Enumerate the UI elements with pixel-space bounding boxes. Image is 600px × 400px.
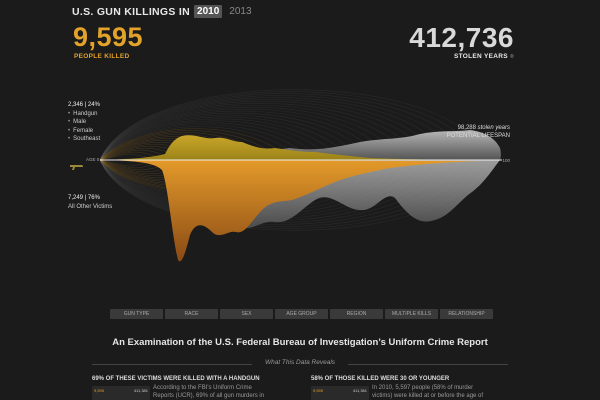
stolen-years-label-text: STOLEN YEARS	[453, 53, 508, 60]
potential-lifespan-legend: 98,288 stolen years POTENTIAL LIFESPAN	[447, 124, 510, 140]
filter-chip-sex-male[interactable]: Male	[68, 118, 100, 127]
header-title-group: U.S. GUN KILLINGS IN 2010 2013	[72, 5, 255, 18]
other-victims-count: 7,249 | 76%	[68, 195, 100, 201]
potential-lifespan-label: POTENTIAL LIFESPAN	[446, 133, 510, 139]
filter-chip-gun-type[interactable]: Handgun	[68, 110, 100, 119]
finding-title-handgun: 69% OF THESE VICTIMS WERE KILLED WITH A …	[92, 376, 260, 382]
filter-button-region[interactable]: REGION	[330, 309, 383, 319]
selected-victims-count: 2,346 | 24%	[68, 102, 100, 108]
mini-chart-stolen-value: 411,381	[352, 388, 367, 393]
filter-button-multiple-kills[interactable]: MULTIPLE KILLS	[385, 309, 438, 319]
finding-title-age: 58% OF THOSE KILLED WERE 30 OR YOUNGER	[311, 376, 450, 382]
filter-button-age-group[interactable]: AGE GROUP	[275, 309, 328, 319]
report-title: An Examination of the U.S. Federal Burea…	[112, 337, 488, 348]
other-victims-panel: 7,249 | 76% All Other Victims	[68, 194, 112, 211]
age-axis-end-label: 100	[502, 158, 510, 163]
stolen-years-count: 412,736	[409, 22, 514, 53]
filter-button-relationship[interactable]: RELATIONSHIP	[440, 309, 493, 319]
finding-body-age: In 2010, 5,597 people (58% of murder vic…	[372, 385, 484, 399]
page-title: U.S. GUN KILLINGS IN	[72, 5, 191, 18]
filter-button-sex[interactable]: SEX	[220, 309, 273, 319]
mini-chart-killed-value: 9,595	[313, 388, 324, 393]
finding-mini-chart-handgun[interactable]: 9,595 411,381	[92, 386, 150, 400]
section-heading: What This Data Reveals	[264, 359, 336, 366]
mini-chart-stolen-value: 411,381	[133, 388, 148, 393]
age-axis-start-label: AGE 0	[86, 157, 100, 162]
filter-chip-sex-female[interactable]: Female	[68, 127, 100, 136]
people-killed-count: 9,595	[73, 22, 144, 52]
stolen-years-label: STOLEN YEARS ®	[454, 53, 514, 60]
handgun-icon	[70, 157, 84, 175]
finding-mini-chart-age[interactable]: 9,595 411,381	[311, 386, 369, 400]
other-victims-label: All Other Victims	[68, 203, 113, 210]
finding-body-handgun: According to the FBI's Uniform Crime Rep…	[153, 385, 265, 399]
filter-button-race[interactable]: RACE	[165, 309, 218, 319]
potential-lifespan-suffix: stolen years	[477, 125, 510, 131]
people-killed-label: PEOPLE KILLED	[74, 53, 130, 60]
mini-chart-killed-value: 9,595	[94, 388, 105, 393]
victims-lifespan-visualization[interactable]	[0, 60, 600, 270]
potential-lifespan-value: 98,288	[457, 125, 476, 131]
year-tab-2013[interactable]: 2013	[226, 5, 254, 18]
filter-chip-region[interactable]: Southeast	[68, 135, 100, 144]
filter-button-gun-type[interactable]: GUN TYPE	[110, 309, 163, 319]
year-tab-2010[interactable]: 2010	[194, 5, 223, 18]
filter-category-bar: GUN TYPE RACE SEX AGE GROUP REGION MULTI…	[110, 309, 493, 319]
selected-victims-panel: 2,346 | 24% Handgun Male Female Southeas…	[68, 101, 100, 144]
